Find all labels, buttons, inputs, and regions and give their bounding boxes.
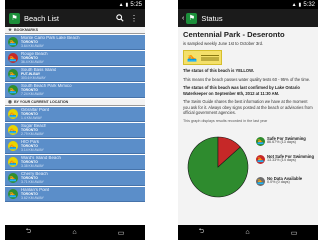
beach-list-screen: ▲ ▮ 5:25 ⚑ Beach List ⋮ ★ BOOKMARKS 🏊 Mo… — [5, 0, 145, 240]
list-item[interactable]: 🏊 Gibraltar Point TORONTO 1.4 KM AWAY — [5, 107, 145, 122]
results-pie-chart: 🏊 Safe For Swimming 86.67% (13 days) 🏊 N… — [183, 131, 314, 201]
system-nav-bar: ⮌ ⌂ ▭ — [5, 225, 145, 240]
wifi-icon: ▲ — [291, 1, 297, 8]
yellow-status-image: 🏊 — [183, 49, 222, 65]
recent-apps-icon[interactable]: ▭ — [118, 229, 125, 237]
action-bar: ⚑ Beach List ⋮ — [5, 9, 145, 27]
search-icon[interactable] — [113, 11, 127, 25]
swimmer-icon: 🏊 — [256, 155, 265, 164]
sampling-schedule: is sampled weekly June 1st to October 3r… — [183, 40, 264, 46]
status-bar-time: 5:32 — [303, 1, 315, 8]
list-item[interactable]: 🏊 Sugar Beach TORONTO 2.79 KM AWAY — [5, 123, 145, 138]
graph-caption: This graph displays results recorded in … — [183, 118, 268, 123]
status-bar-time: 5:25 — [130, 1, 142, 8]
home-nav-icon[interactable]: ⌂ — [245, 229, 249, 236]
list-item[interactable]: 🏊 Hanlan's Point TORONTO 3.62 KM AWAY — [5, 187, 145, 202]
swim-status-icon: 🏊 — [8, 173, 18, 183]
list-item[interactable]: 🏊 HtO Park TORONTO 3.14 KM AWAY — [5, 139, 145, 154]
list-item[interactable]: 🏊 Cherry Beach TORONTO 3.71 KM AWAY — [5, 171, 145, 186]
swim-status-icon: 🏊 — [8, 69, 18, 79]
legend-no-data: 🏊 No Data Available 0.0% (0 days) — [256, 176, 303, 186]
status-bar: ▲ ▮ 5:25 — [5, 0, 145, 9]
flag-icon[interactable]: ⚑ — [9, 12, 20, 24]
location-icon: ◉ — [8, 99, 12, 104]
action-bar: ‹ ⚑ Status — [178, 9, 318, 27]
page-title: Beach List — [24, 13, 60, 23]
status-bar: ▲ ▮ 5:32 — [178, 0, 318, 9]
battery-icon: ▮ — [125, 1, 129, 8]
recent-apps-icon[interactable]: ▭ — [291, 229, 298, 237]
swim-status-icon: 🏊 — [8, 109, 18, 119]
back-nav-icon[interactable]: ⮌ — [199, 227, 205, 238]
list-item[interactable]: 🏊 Rouge Beach TORONTO 36.4 KM AWAY — [5, 51, 145, 66]
system-nav-bar: ⮌ ⌂ ▭ — [178, 225, 318, 240]
back-chevron-icon[interactable]: ‹ — [182, 15, 184, 22]
flag-icon[interactable]: ⚑ — [186, 12, 198, 24]
swim-status-icon: 🏊 — [8, 157, 18, 167]
swim-status-icon: 🏊 — [8, 189, 18, 199]
swim-status-icon: 🏊 — [8, 125, 18, 135]
pie-chart-svg — [187, 136, 249, 198]
guide-disclaimer: The Swim Guide shares the best informati… — [183, 99, 313, 115]
swim-status-icon: 🏊 — [8, 85, 18, 95]
swimmer-icon: 🏊 — [256, 137, 265, 146]
legend-safe: 🏊 Safe For Swimming 86.67% (13 days) — [256, 136, 306, 146]
swim-status-icon: 🏊 — [8, 37, 18, 47]
swim-status-icon: 🏊 — [8, 53, 18, 63]
status-meaning: This means the beach passes water qualit… — [183, 76, 311, 82]
beach-status-screen: ▲ ▮ 5:32 ‹ ⚑ Status Centennial Park - De… — [178, 0, 318, 240]
home-nav-icon[interactable]: ⌂ — [72, 229, 76, 236]
swimmer-icon: 🏊 — [256, 177, 265, 186]
swimmer-icon: 🏊 — [187, 52, 197, 62]
wifi-icon: ▲ — [118, 1, 124, 8]
swim-status-icon: 🏊 — [8, 141, 18, 151]
section-header-bookmarks: ★ BOOKMARKS — [5, 27, 145, 34]
section-header-location: ◉ BY YOUR CURRENT LOCATION — [5, 99, 145, 106]
bookmark-icon: ★ — [8, 27, 13, 32]
beach-name: Centennial Park - Deseronto — [183, 30, 285, 39]
legend-not-safe: 🏊 Not Safe For Swimming 13.33% (14 days) — [256, 154, 314, 164]
back-nav-icon[interactable]: ⮌ — [26, 227, 32, 238]
last-confirmed: The status of this beach was last confir… — [183, 85, 300, 96]
list-item[interactable]: 🏊 South Bass Island PUT-IN-BAY 303.6 KM AW… — [5, 67, 145, 82]
overflow-menu-icon[interactable]: ⋮ — [127, 11, 141, 25]
status-line: The status of this beach is YELLOW. — [183, 68, 254, 73]
battery-icon: ▮ — [298, 1, 302, 8]
list-item[interactable]: 🏊 Ward's Island Beach TORONTO 3.38 KM AWAY — [5, 155, 145, 170]
list-item[interactable]: 🏊 Monte Carlo Park Lake Beach TORONTO 3.64… — [5, 35, 145, 50]
list-item[interactable]: 🏊 South Beach Park Mimico TORONTO 7.24 KM … — [5, 83, 145, 98]
page-title: Status — [201, 13, 223, 23]
